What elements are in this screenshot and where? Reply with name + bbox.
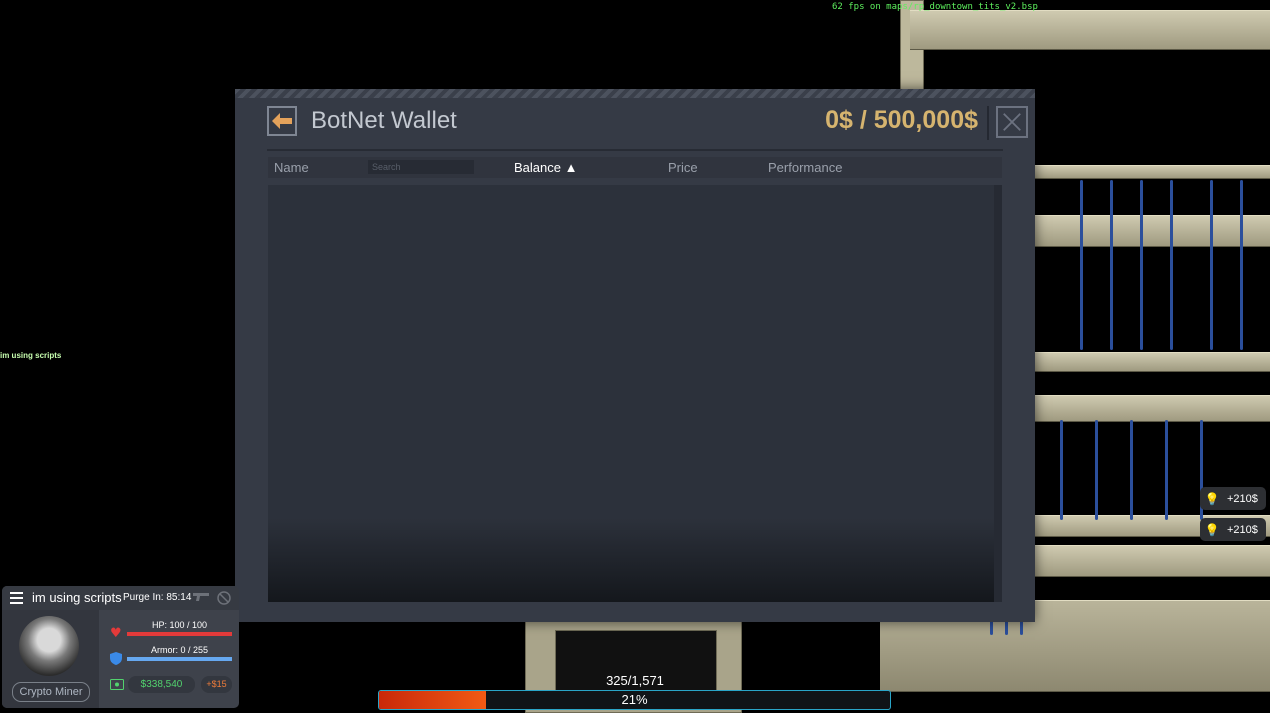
income-amount: +210$ <box>1227 523 1258 536</box>
table-header: Name Balance ▲ Price Performance <box>268 157 1002 178</box>
progress-bar: 21% <box>378 690 891 710</box>
wallet-balance: 0$ / 500,000$ <box>825 106 978 134</box>
income-amount: +210$ <box>1227 492 1258 505</box>
column-balance[interactable]: Balance ▲ <box>514 160 577 175</box>
progress-percent: 21% <box>621 692 648 707</box>
wanted-icon <box>217 591 231 605</box>
hp-label: HP: 100 / 100 <box>151 620 208 630</box>
armor-bar <box>127 657 232 661</box>
income-notification: 💡 +210$ <box>1200 518 1266 541</box>
back-button[interactable] <box>267 106 297 136</box>
close-icon <box>1003 113 1021 131</box>
gun-license-icon <box>193 593 209 601</box>
avatar-panel: Crypto Miner <box>2 610 99 708</box>
purge-timer: Purge In: 85:14 <box>123 592 192 603</box>
progress-count: 325/1,571 <box>606 673 664 688</box>
botnet-wallet-window: BotNet Wallet 0$ / 500,000$ Name Balance… <box>235 89 1035 622</box>
column-name[interactable]: Name <box>274 160 309 175</box>
hud-header: im using scripts Purge In: 85:14 <box>2 586 239 610</box>
window-drag-bar[interactable] <box>235 89 1035 98</box>
income-notification: 💡 +210$ <box>1200 487 1266 510</box>
botnet-list <box>268 185 1002 602</box>
armor-label: Armor: 0 / 255 <box>150 645 209 655</box>
header-divider <box>987 106 989 140</box>
header-separator <box>267 149 1003 151</box>
avatar <box>19 616 79 676</box>
shield-icon <box>110 652 122 665</box>
fps-counter: 62 fps on maps/rp_downtown_tits_v2.bsp <box>832 2 1038 12</box>
heart-icon: ♥ <box>110 626 122 641</box>
player-name: im using scripts <box>32 590 122 605</box>
lightbulb-icon: 💡 <box>1204 491 1220 506</box>
arrow-left-icon <box>272 113 292 129</box>
lightbulb-icon: 💡 <box>1204 522 1220 537</box>
search-input[interactable] <box>368 160 474 174</box>
hp-bar <box>127 632 232 636</box>
menu-icon[interactable] <box>10 592 23 604</box>
column-performance[interactable]: Performance <box>768 160 842 175</box>
player-hud: im using scripts Purge In: 85:14 Crypto … <box>2 586 239 708</box>
close-button[interactable] <box>996 106 1028 138</box>
window-title: BotNet Wallet <box>311 107 457 134</box>
column-price[interactable]: Price <box>668 160 698 175</box>
chat-message: im using scripts <box>0 351 62 360</box>
list-scrollbar[interactable] <box>994 185 1002 602</box>
